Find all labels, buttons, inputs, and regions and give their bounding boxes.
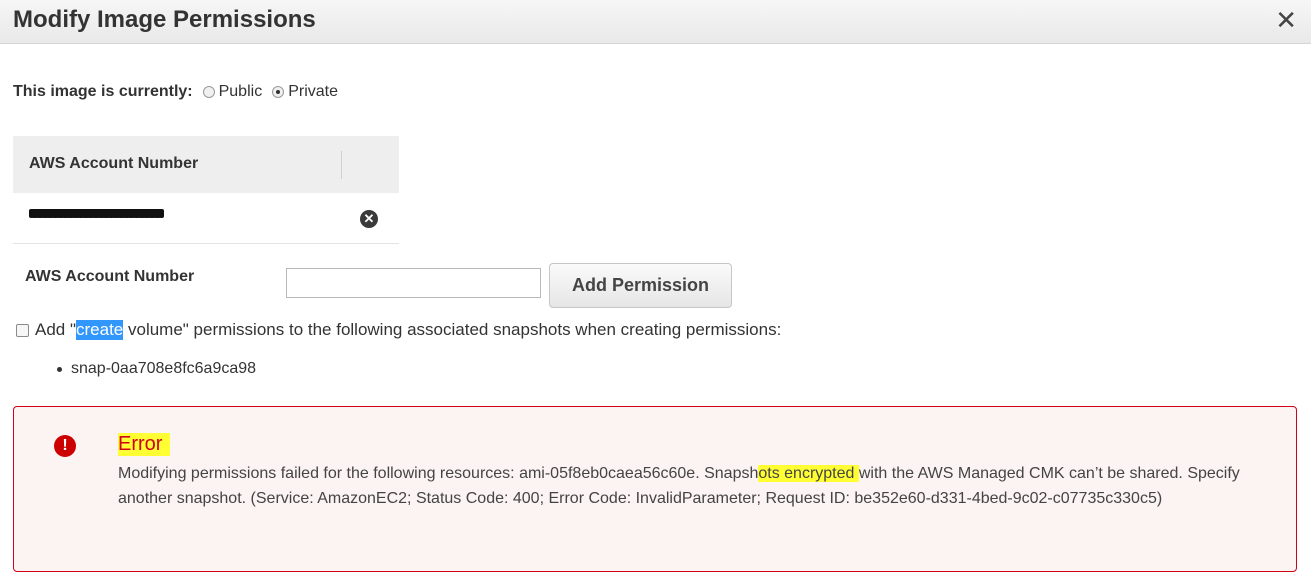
column-divider [341,151,342,179]
redacted-account-number [29,209,164,218]
selected-text: create [76,320,124,340]
list-item: snap-0aa708e8fc6a9ca98 [71,360,257,377]
private-radio-label[interactable]: Private [288,83,338,101]
dialog-header: Modify Image Permissions ✕ [0,0,1311,44]
account-permissions-table: AWS Account Number ✕ [13,136,399,244]
snapshot-list: snap-0aa708e8fc6a9ca98 [57,360,256,378]
private-radio[interactable] [272,86,285,98]
dialog-title: Modify Image Permissions [13,6,316,33]
exclamation-circle-icon: ! [54,435,76,457]
create-volume-checkbox[interactable] [16,323,29,337]
error-alert: ! Error Modifying permissions failed for… [13,406,1297,572]
error-message: Modifying permissions failed for the fol… [118,461,1268,511]
error-message-highlight: ots encrypted [758,465,859,482]
account-number-input[interactable] [286,268,541,298]
close-icon[interactable]: ✕ [1275,7,1297,33]
public-radio-label[interactable]: Public [219,83,263,101]
create-volume-option: Add " create volume" permissions to the f… [16,320,781,340]
table-header: AWS Account Number [13,136,399,193]
create-volume-label-prefix: Add " [35,320,77,339]
create-volume-label-suffix: volume" permissions to the following ass… [123,320,782,339]
error-title: Error [118,433,171,456]
remove-circle-icon[interactable]: ✕ [360,210,378,228]
error-message-part1: Modifying permissions failed for the fol… [118,465,759,482]
column-header-account: AWS Account Number [29,155,199,172]
visibility-label: This image is currently: [13,83,193,100]
bullet [57,366,62,372]
table-row: ✕ [13,193,399,244]
visibility-status: This image is currently: Public Private [13,83,338,101]
account-number-label: AWS Account Number [25,268,195,285]
add-permission-form: AWS Account Number Add Permission [25,262,745,310]
public-radio[interactable] [202,86,215,98]
add-permission-button[interactable]: Add Permission [549,263,732,308]
